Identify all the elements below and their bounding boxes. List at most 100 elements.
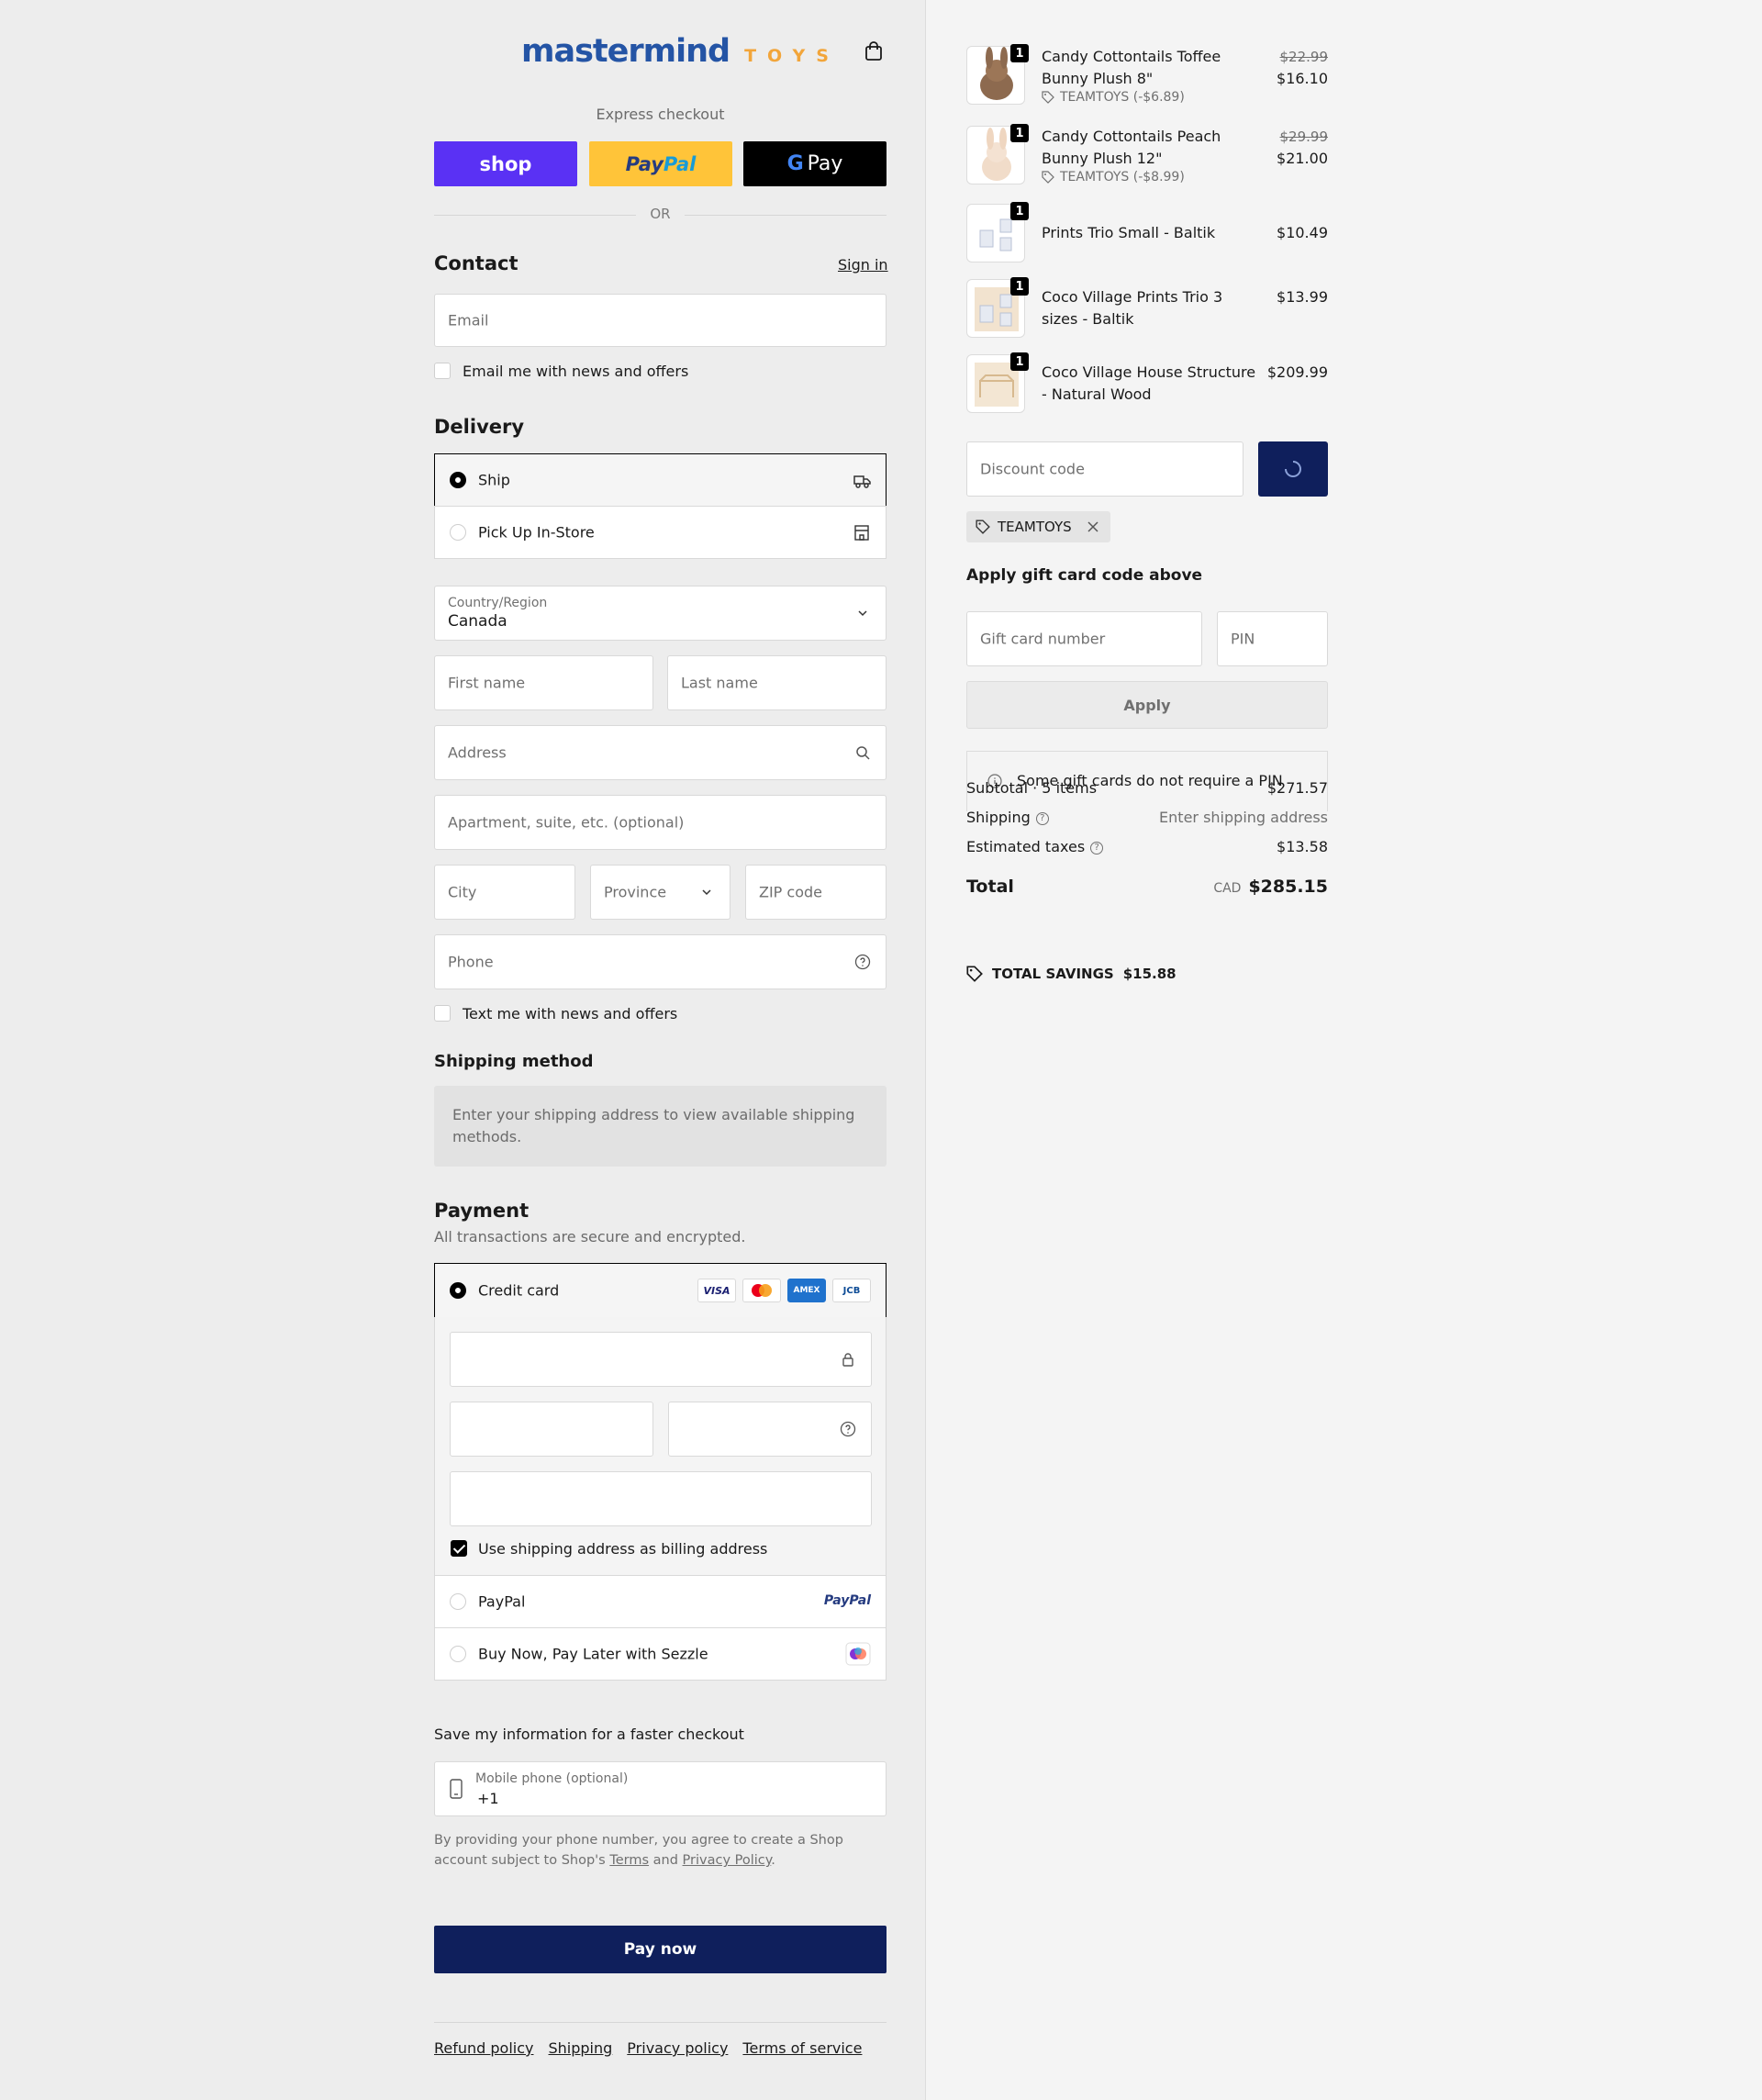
gift-card-title: Apply gift card code above — [966, 566, 1203, 585]
province-select[interactable]: Province — [590, 865, 730, 920]
apartment-placeholder: Apartment, suite, etc. (optional) — [448, 813, 685, 832]
shop-legal-text: By providing your phone number, you agre… — [434, 1830, 887, 1871]
express-checkout-label: Express checkout — [596, 106, 725, 123]
help-circle-icon[interactable] — [840, 1421, 856, 1437]
store-logo[interactable]: mastermind TOYS — [521, 33, 840, 73]
gift-card-pin-field[interactable]: PIN — [1217, 611, 1328, 666]
shop-terms-link[interactable]: Terms — [609, 1853, 649, 1868]
shop-privacy-link[interactable]: Privacy Policy — [683, 1853, 772, 1868]
delivery-title: Delivery — [434, 416, 525, 438]
spinner-icon — [1285, 461, 1301, 477]
chevron-down-icon — [702, 889, 711, 896]
billing-same-checkbox[interactable] — [451, 1540, 467, 1557]
paypal-logo-pay: Pay — [625, 152, 664, 175]
country-select[interactable]: Country/Region Canada — [434, 586, 887, 641]
refund-policy-link[interactable]: Refund policy — [434, 2039, 534, 2057]
total-savings: TOTAL SAVINGS $15.88 — [966, 966, 1177, 982]
expiration-field[interactable] — [450, 1402, 653, 1457]
privacy-policy-link[interactable]: Privacy policy — [627, 2039, 728, 2057]
item-original-price: $29.99 — [1279, 128, 1329, 145]
address-field[interactable]: Address — [434, 725, 887, 780]
payment-option-credit-card[interactable]: Credit card VISA AMEX JCB — [434, 1263, 887, 1318]
footer-links: Refund policy Shipping Privacy policy Te… — [434, 2039, 862, 2057]
applied-discount-chip: TEAMTOYS — [966, 511, 1110, 542]
cart-bag-icon[interactable] — [864, 41, 884, 61]
text-news-checkbox[interactable] — [434, 1005, 451, 1022]
item-discount-code: TEAMTOYS (-$8.99) — [1060, 170, 1185, 184]
apartment-field[interactable]: Apartment, suite, etc. (optional) — [434, 795, 887, 850]
terms-of-service-link[interactable]: Terms of service — [742, 2039, 862, 2057]
payment-subtitle: All transactions are secure and encrypte… — [434, 1228, 746, 1245]
first-name-field[interactable]: First name — [434, 655, 653, 710]
jcb-icon: JCB — [832, 1279, 871, 1302]
sezzle-radio[interactable] — [450, 1646, 466, 1662]
mobile-phone-field[interactable]: Mobile phone (optional) +1 — [434, 1761, 887, 1816]
discount-apply-button[interactable] — [1258, 441, 1328, 497]
phone-field[interactable]: Phone — [434, 934, 887, 989]
shop-pay-button[interactable]: shop — [434, 141, 577, 186]
close-icon[interactable] — [1087, 520, 1099, 533]
legal-line-2: account subject to Shop's — [434, 1853, 610, 1868]
item-name: Candy Cottontails Peach Bunny Plush 12" — [1042, 128, 1221, 167]
item-final-price: $21.00 — [1277, 150, 1328, 167]
paypal-express-button[interactable]: Pay Pal — [589, 141, 732, 186]
shipping-link[interactable]: Shipping — [549, 2039, 613, 2057]
city-field[interactable]: City — [434, 865, 575, 920]
paypal-label: PayPal — [478, 1592, 526, 1611]
security-code-field[interactable] — [668, 1402, 872, 1457]
lock-icon — [842, 1353, 853, 1367]
paypal-radio[interactable] — [450, 1593, 466, 1610]
help-circle-icon[interactable]: ? — [1090, 841, 1104, 855]
email-news-label: Email me with news and offers — [463, 363, 689, 380]
email-news-checkbox[interactable] — [434, 363, 451, 379]
google-pay-button[interactable]: G Pay — [743, 141, 887, 186]
ship-radio[interactable] — [450, 472, 466, 488]
credit-card-radio[interactable] — [450, 1282, 466, 1299]
tag-icon — [1042, 171, 1054, 184]
pay-now-button[interactable]: Pay now — [434, 1926, 887, 1973]
contact-title: Contact — [434, 252, 519, 274]
address-placeholder: Address — [448, 743, 507, 762]
chevron-down-icon — [858, 610, 867, 617]
name-on-card-field[interactable] — [450, 1471, 872, 1526]
store-icon — [854, 525, 869, 541]
search-icon — [856, 746, 870, 760]
mobile-phone-icon — [450, 1779, 463, 1799]
quantity-badge: 1 — [1010, 352, 1029, 371]
discount-code-field[interactable]: Discount code — [966, 441, 1243, 497]
sign-in-link[interactable]: Sign in — [838, 256, 888, 274]
card-number-field[interactable] — [450, 1332, 872, 1387]
item-original-price: $22.99 — [1279, 49, 1329, 65]
pickup-radio[interactable] — [450, 524, 466, 541]
gift-card-apply-button[interactable]: Apply — [966, 681, 1328, 729]
cart-item: 1 Candy Cottontails Peach Bunny Plush 12… — [966, 124, 1329, 190]
total-label: Total — [966, 877, 1014, 897]
country-label: Country/Region — [448, 596, 548, 610]
last-name-field[interactable]: Last name — [667, 655, 887, 710]
delivery-option-ship[interactable]: Ship — [434, 453, 887, 507]
cart-item: 1 Candy Cottontails Toffee Bunny Plush 8… — [966, 44, 1329, 110]
mobile-phone-prefix: +1 — [477, 1790, 499, 1807]
item-discount: TEAMTOYS (-$6.89) — [1042, 90, 1185, 105]
country-value: Canada — [448, 612, 507, 631]
save-info-title: Save my information for a faster checkou… — [434, 1726, 744, 1743]
payment-option-paypal[interactable]: PayPal PayPal — [434, 1575, 887, 1628]
or-label: OR — [650, 206, 671, 222]
total-value: $285.15 — [1248, 877, 1328, 897]
help-circle-icon[interactable] — [854, 954, 871, 970]
item-final-price: $13.99 — [1277, 288, 1328, 306]
subtotal-value: $271.57 — [1266, 779, 1328, 797]
ship-label: Ship — [478, 471, 510, 489]
subtotal-row: Subtotal · 5 items $271.57 — [966, 779, 1328, 797]
help-circle-icon[interactable]: ? — [1035, 811, 1049, 825]
gift-card-number-field[interactable]: Gift card number — [966, 611, 1202, 666]
taxes-label: Estimated taxes — [966, 838, 1086, 855]
quantity-badge: 1 — [1010, 202, 1029, 220]
payment-option-sezzle[interactable]: Buy Now, Pay Later with Sezzle — [434, 1627, 887, 1681]
delivery-option-pickup[interactable]: Pick Up In-Store — [434, 506, 887, 559]
zip-field[interactable]: ZIP code — [745, 865, 887, 920]
total-row: Total CAD $285.15 — [966, 877, 1328, 904]
email-field[interactable]: Email — [434, 294, 887, 347]
item-name: Coco Village Prints Trio 3 sizes - Balti… — [1042, 288, 1223, 328]
item-discount: TEAMTOYS (-$8.99) — [1042, 170, 1185, 184]
